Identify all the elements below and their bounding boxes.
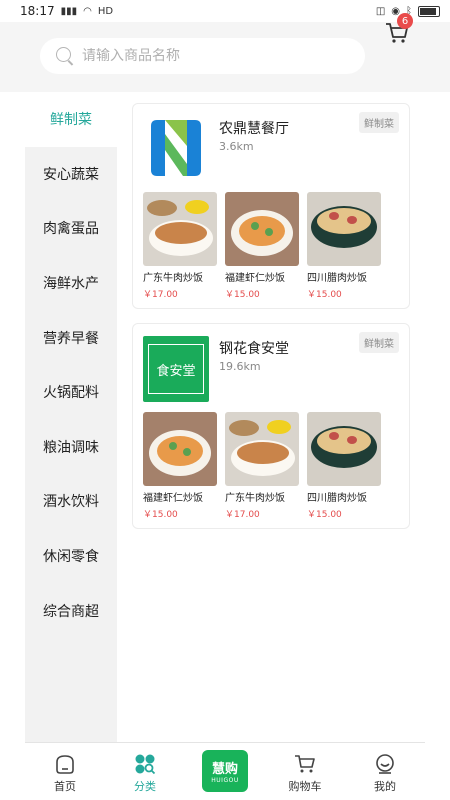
nav-mine-label: 我的 bbox=[374, 780, 396, 793]
product-name: 福建虾仁炒饭 bbox=[225, 273, 285, 284]
product-item[interactable]: 四川腊肉炒饭 ￥15.00 bbox=[307, 412, 381, 520]
shopping-cart-icon bbox=[295, 755, 315, 773]
sidebar-item-snacks[interactable]: 休闲零食 bbox=[25, 529, 117, 584]
huigou-logo: 慧购 HUIGOU bbox=[202, 750, 248, 792]
product-item[interactable]: 福建虾仁炒饭 ￥15.00 bbox=[143, 412, 217, 520]
store-logo-gangua: 食安堂 bbox=[143, 336, 209, 402]
search-icon bbox=[56, 47, 74, 66]
nav-cart-label: 购物车 bbox=[288, 780, 322, 793]
product-item[interactable]: 广东牛肉炒饭 ￥17.00 bbox=[225, 412, 299, 520]
right-margin bbox=[425, 92, 450, 800]
store-distance: 19.6km bbox=[219, 360, 261, 373]
store-card[interactable]: 农鼎慧餐厅 3.6km 鲜制菜 广东牛肉炒饭 ￥17.00 福建虾仁炒饭 ￥15… bbox=[132, 103, 410, 309]
store-list: 农鼎慧餐厅 3.6km 鲜制菜 广东牛肉炒饭 ￥17.00 福建虾仁炒饭 ￥15… bbox=[117, 92, 425, 742]
status-left: 18:17 ▮▮▮ ◠ HD bbox=[20, 4, 113, 18]
sidebar-item-meat-eggs[interactable]: 肉禽蛋品 bbox=[25, 201, 117, 256]
nav-home-label: 首页 bbox=[54, 780, 76, 793]
product-row: 广东牛肉炒饭 ￥17.00 福建虾仁炒饭 ￥15.00 四川腊肉炒饭 ￥15.0… bbox=[143, 192, 381, 300]
home-icon bbox=[56, 755, 74, 774]
left-margin bbox=[0, 92, 25, 800]
product-image bbox=[307, 192, 381, 266]
sidebar-item-seafood[interactable]: 海鲜水产 bbox=[25, 256, 117, 311]
nav-mine[interactable]: 我的 bbox=[345, 743, 425, 800]
signal-icon: ▮▮▮ bbox=[60, 5, 78, 17]
product-row: 福建虾仁炒饭 ￥15.00 广东牛肉炒饭 ￥17.00 四川腊肉炒饭 ￥15.0… bbox=[143, 412, 381, 520]
product-name: 四川腊肉炒饭 bbox=[307, 273, 367, 284]
store-card[interactable]: 食安堂 钢花食安堂 19.6km 鲜制菜 福建虾仁炒饭 ￥15.00 广东牛肉炒… bbox=[132, 323, 410, 529]
vibrate-icon: ◫ bbox=[375, 5, 386, 17]
product-item[interactable]: 四川腊肉炒饭 ￥15.00 bbox=[307, 192, 381, 300]
product-image bbox=[143, 192, 217, 266]
store-name: 农鼎慧餐厅 bbox=[219, 121, 289, 137]
product-price: ￥15.00 bbox=[225, 290, 260, 300]
header bbox=[0, 22, 450, 92]
nav-huigou[interactable]: 慧购 HUIGOU bbox=[185, 743, 265, 800]
store-category-tag: 鲜制菜 bbox=[359, 112, 399, 133]
sidebar-item-grain-oil[interactable]: 粮油调味 bbox=[25, 420, 117, 475]
nav-category-label: 分类 bbox=[134, 780, 156, 793]
product-price: ￥15.00 bbox=[143, 510, 178, 520]
nav-cart[interactable]: 购物车 bbox=[265, 743, 345, 800]
store-name: 钢花食安堂 bbox=[219, 341, 289, 357]
sidebar-item-breakfast[interactable]: 营养早餐 bbox=[25, 310, 117, 365]
product-item[interactable]: 福建虾仁炒饭 ￥15.00 bbox=[225, 192, 299, 300]
search-bar[interactable] bbox=[40, 38, 365, 74]
product-name: 福建虾仁炒饭 bbox=[143, 493, 203, 504]
cart-badge: 6 bbox=[397, 13, 413, 29]
store-logo-nongding bbox=[143, 116, 209, 182]
wifi-icon: ◠ bbox=[83, 5, 92, 17]
sidebar-item-vegetables[interactable]: 安心蔬菜 bbox=[25, 147, 117, 202]
bottom-nav: 首页 分类 慧购 HUIGOU 购物车 我的 bbox=[25, 742, 425, 800]
network-label: HD bbox=[97, 5, 114, 17]
status-bar: 18:17 ▮▮▮ ◠ HD ◫ ◉ ᛒ bbox=[0, 0, 450, 22]
product-price: ￥17.00 bbox=[225, 510, 260, 520]
product-price: ￥17.00 bbox=[143, 290, 178, 300]
category-icon bbox=[135, 754, 156, 775]
huigou-logo-text: 慧购 bbox=[211, 762, 238, 777]
product-image bbox=[307, 412, 381, 486]
nav-home[interactable]: 首页 bbox=[25, 743, 105, 800]
product-name: 四川腊肉炒饭 bbox=[307, 493, 367, 504]
sidebar-item-drinks[interactable]: 酒水饮料 bbox=[25, 474, 117, 529]
profile-icon bbox=[376, 754, 394, 774]
product-image bbox=[143, 412, 217, 486]
product-name: 广东牛肉炒饭 bbox=[225, 493, 285, 504]
product-image bbox=[225, 412, 299, 486]
store-distance: 3.6km bbox=[219, 140, 254, 153]
search-input[interactable] bbox=[82, 48, 332, 64]
huigou-logo-sub: HUIGOU bbox=[211, 777, 239, 784]
status-time: 18:17 bbox=[20, 4, 55, 18]
product-image bbox=[225, 192, 299, 266]
category-sidebar: 鲜制菜 安心蔬菜 肉禽蛋品 海鲜水产 营养早餐 火锅配料 粮油调味 酒水饮料 休… bbox=[25, 92, 117, 742]
sidebar-item-fresh-dishes[interactable]: 鲜制菜 bbox=[25, 92, 117, 147]
sidebar-item-hotpot[interactable]: 火锅配料 bbox=[25, 365, 117, 420]
sidebar-item-supermarket[interactable]: 综合商超 bbox=[25, 583, 117, 638]
nav-category[interactable]: 分类 bbox=[105, 743, 185, 800]
product-price: ￥15.00 bbox=[307, 510, 342, 520]
product-price: ￥15.00 bbox=[307, 290, 342, 300]
store-category-tag: 鲜制菜 bbox=[359, 332, 399, 353]
product-name: 广东牛肉炒饭 bbox=[143, 273, 203, 284]
product-item[interactable]: 广东牛肉炒饭 ￥17.00 bbox=[143, 192, 217, 300]
battery-icon bbox=[418, 5, 440, 17]
store-logo-text: 食安堂 bbox=[148, 344, 204, 394]
